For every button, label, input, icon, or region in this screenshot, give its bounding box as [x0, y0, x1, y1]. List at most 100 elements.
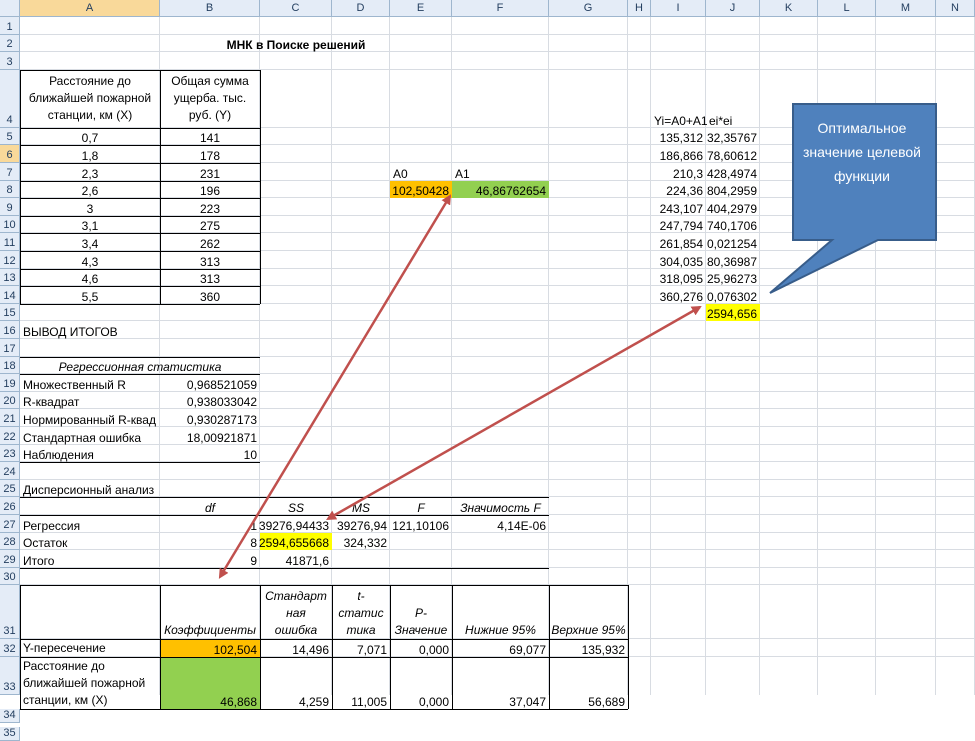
row-header-32[interactable]: 32 [0, 639, 20, 657]
x-value[interactable]: 2,3 [20, 163, 160, 181]
column-header-d[interactable]: D [332, 0, 390, 17]
anova-ms[interactable]: 324,332 [332, 533, 390, 551]
anova-ms[interactable]: 39276,94 [332, 515, 390, 533]
y-value[interactable]: 360 [160, 286, 260, 304]
y-value[interactable]: 262 [160, 233, 260, 251]
row-header-18[interactable]: 18 [0, 356, 20, 375]
yi-value[interactable]: 360,276 [651, 286, 706, 304]
summary-title[interactable]: ВЫВОД ИТОГОВ [20, 321, 160, 339]
column-header-k[interactable]: K [760, 0, 818, 17]
row-header-3[interactable]: 3 [0, 52, 20, 70]
coef-header[interactable]: Нижние 95% [452, 585, 549, 639]
e-value[interactable]: 80,36987 [706, 251, 760, 269]
yi-value[interactable]: 243,107 [651, 198, 706, 216]
yi-value[interactable]: 210,3 [651, 163, 706, 181]
e-header[interactable]: ei*ei [706, 70, 760, 128]
coef-value[interactable]: 7,071 [332, 639, 390, 657]
row-header-27[interactable]: 27 [0, 515, 20, 533]
row-header-10[interactable]: 10 [0, 215, 20, 234]
coef-header[interactable]: P- Значение [390, 585, 452, 639]
row-header-33[interactable]: 33 [0, 657, 20, 695]
header-y[interactable]: Общая сумма ущерба. тыс. руб. (Y) [160, 70, 260, 128]
coef-value[interactable]: 102,504 [160, 639, 260, 657]
row-header-20[interactable]: 20 [0, 391, 20, 410]
anova-row-label[interactable]: Регрессия [20, 515, 160, 533]
row-header-14[interactable]: 14 [0, 286, 20, 304]
select-all-corner[interactable] [0, 0, 20, 17]
column-header-e[interactable]: E [390, 0, 452, 17]
a1-value[interactable]: 46,86762654 [452, 180, 549, 199]
row-header-24[interactable]: 24 [0, 462, 20, 480]
row-header-35[interactable]: 35 [0, 726, 20, 741]
y-value[interactable]: 223 [160, 198, 260, 216]
stat-label[interactable]: Наблюдения [20, 445, 160, 463]
x-value[interactable]: 3,4 [20, 233, 160, 251]
y-value[interactable]: 275 [160, 216, 260, 234]
anova-ss[interactable]: 39276,94433 [259, 515, 332, 533]
x-value[interactable]: 3 [20, 198, 160, 216]
coef-value[interactable]: 69,077 [452, 639, 549, 657]
column-header-h[interactable]: H [628, 0, 651, 17]
a0-label[interactable]: A0 [390, 163, 452, 181]
coef-row-label[interactable]: Y-пересечение [20, 639, 160, 657]
column-header-i[interactable]: I [651, 0, 706, 17]
x-value[interactable]: 4,3 [20, 251, 160, 269]
y-value[interactable]: 231 [160, 163, 260, 181]
row-header-11[interactable]: 11 [0, 233, 20, 251]
stat-label[interactable]: Стандартная ошибка [20, 427, 160, 445]
yi-header[interactable]: Yi=A0+A1 [651, 70, 708, 128]
y-value[interactable]: 196 [160, 181, 260, 199]
row-header-12[interactable]: 12 [0, 251, 20, 269]
e-value[interactable]: 0,076302 [706, 286, 760, 304]
x-value[interactable]: 5,5 [20, 286, 160, 304]
coef-value[interactable]: 4,259 [260, 657, 332, 709]
yi-value[interactable]: 247,794 [651, 216, 706, 234]
anova-ss[interactable]: 41871,6 [260, 550, 332, 568]
row-header-28[interactable]: 28 [0, 532, 20, 551]
anova-f[interactable] [390, 533, 452, 551]
row-header-25[interactable]: 25 [0, 479, 20, 498]
anova-sig[interactable] [452, 533, 549, 551]
row-header-21[interactable]: 21 [0, 409, 20, 427]
x-value[interactable]: 3,1 [20, 216, 160, 234]
row-header-16[interactable]: 16 [0, 321, 20, 339]
column-header-b[interactable]: B [160, 0, 260, 17]
anova-header[interactable]: Значимость F [452, 497, 549, 515]
anova-ss[interactable]: 2594,655668 [259, 532, 332, 551]
reg-stat-header[interactable]: Регрессионная статистика [20, 357, 260, 375]
column-header-n[interactable]: N [936, 0, 975, 17]
x-value[interactable]: 1,8 [20, 145, 160, 163]
column-header-m[interactable]: M [876, 0, 936, 17]
anova-row-label[interactable]: Итого [20, 550, 160, 568]
header-x[interactable]: Расстояние до ближайшей пожарной станции, … [20, 70, 160, 128]
row-header-17[interactable]: 17 [0, 339, 20, 357]
stat-value[interactable]: 0,968521059 [160, 374, 260, 392]
row-header-31[interactable]: 31 [0, 585, 20, 640]
column-header-a[interactable]: A [20, 0, 160, 17]
column-header-l[interactable]: L [818, 0, 876, 17]
coef-value[interactable]: 56,689 [549, 657, 628, 709]
target-sum[interactable]: 2594,656 [706, 303, 760, 322]
coef-header[interactable]: Стандарт ная ошибка [260, 585, 332, 639]
coef-value[interactable]: 37,047 [452, 657, 549, 709]
spreadsheet-grid[interactable]: A B C D E F G H I J K L M N 1 2 3 4 5 6 7 8 9 10 11 12 13 14 15 16 17 1… [0, 0, 975, 741]
row-header-34[interactable]: 34 [0, 709, 20, 723]
yi-value[interactable]: 135,312 [651, 128, 706, 146]
yi-value[interactable]: 261,854 [651, 233, 706, 251]
row-header-30[interactable]: 30 [0, 567, 20, 586]
stat-label[interactable]: Множественный R [20, 374, 160, 392]
anova-f[interactable]: 121,10106 [390, 515, 452, 533]
e-value[interactable]: 428,4974 [706, 163, 760, 181]
e-value[interactable]: 804,2959 [706, 181, 760, 199]
stat-label[interactable]: Нормированный R-квад [20, 409, 160, 427]
y-value[interactable]: 141 [160, 128, 260, 146]
anova-row-label[interactable]: Остаток [20, 533, 160, 551]
y-value[interactable]: 313 [160, 269, 260, 287]
row-header-15[interactable]: 15 [0, 303, 20, 322]
x-value[interactable]: 0,7 [20, 128, 160, 146]
row-header-5[interactable]: 5 [0, 127, 20, 146]
row-header-8[interactable]: 8 [0, 180, 20, 199]
row-header-6[interactable]: 6 [0, 145, 20, 163]
e-value[interactable]: 78,60612 [706, 145, 760, 163]
stat-value[interactable]: 0,938033042 [160, 392, 260, 410]
